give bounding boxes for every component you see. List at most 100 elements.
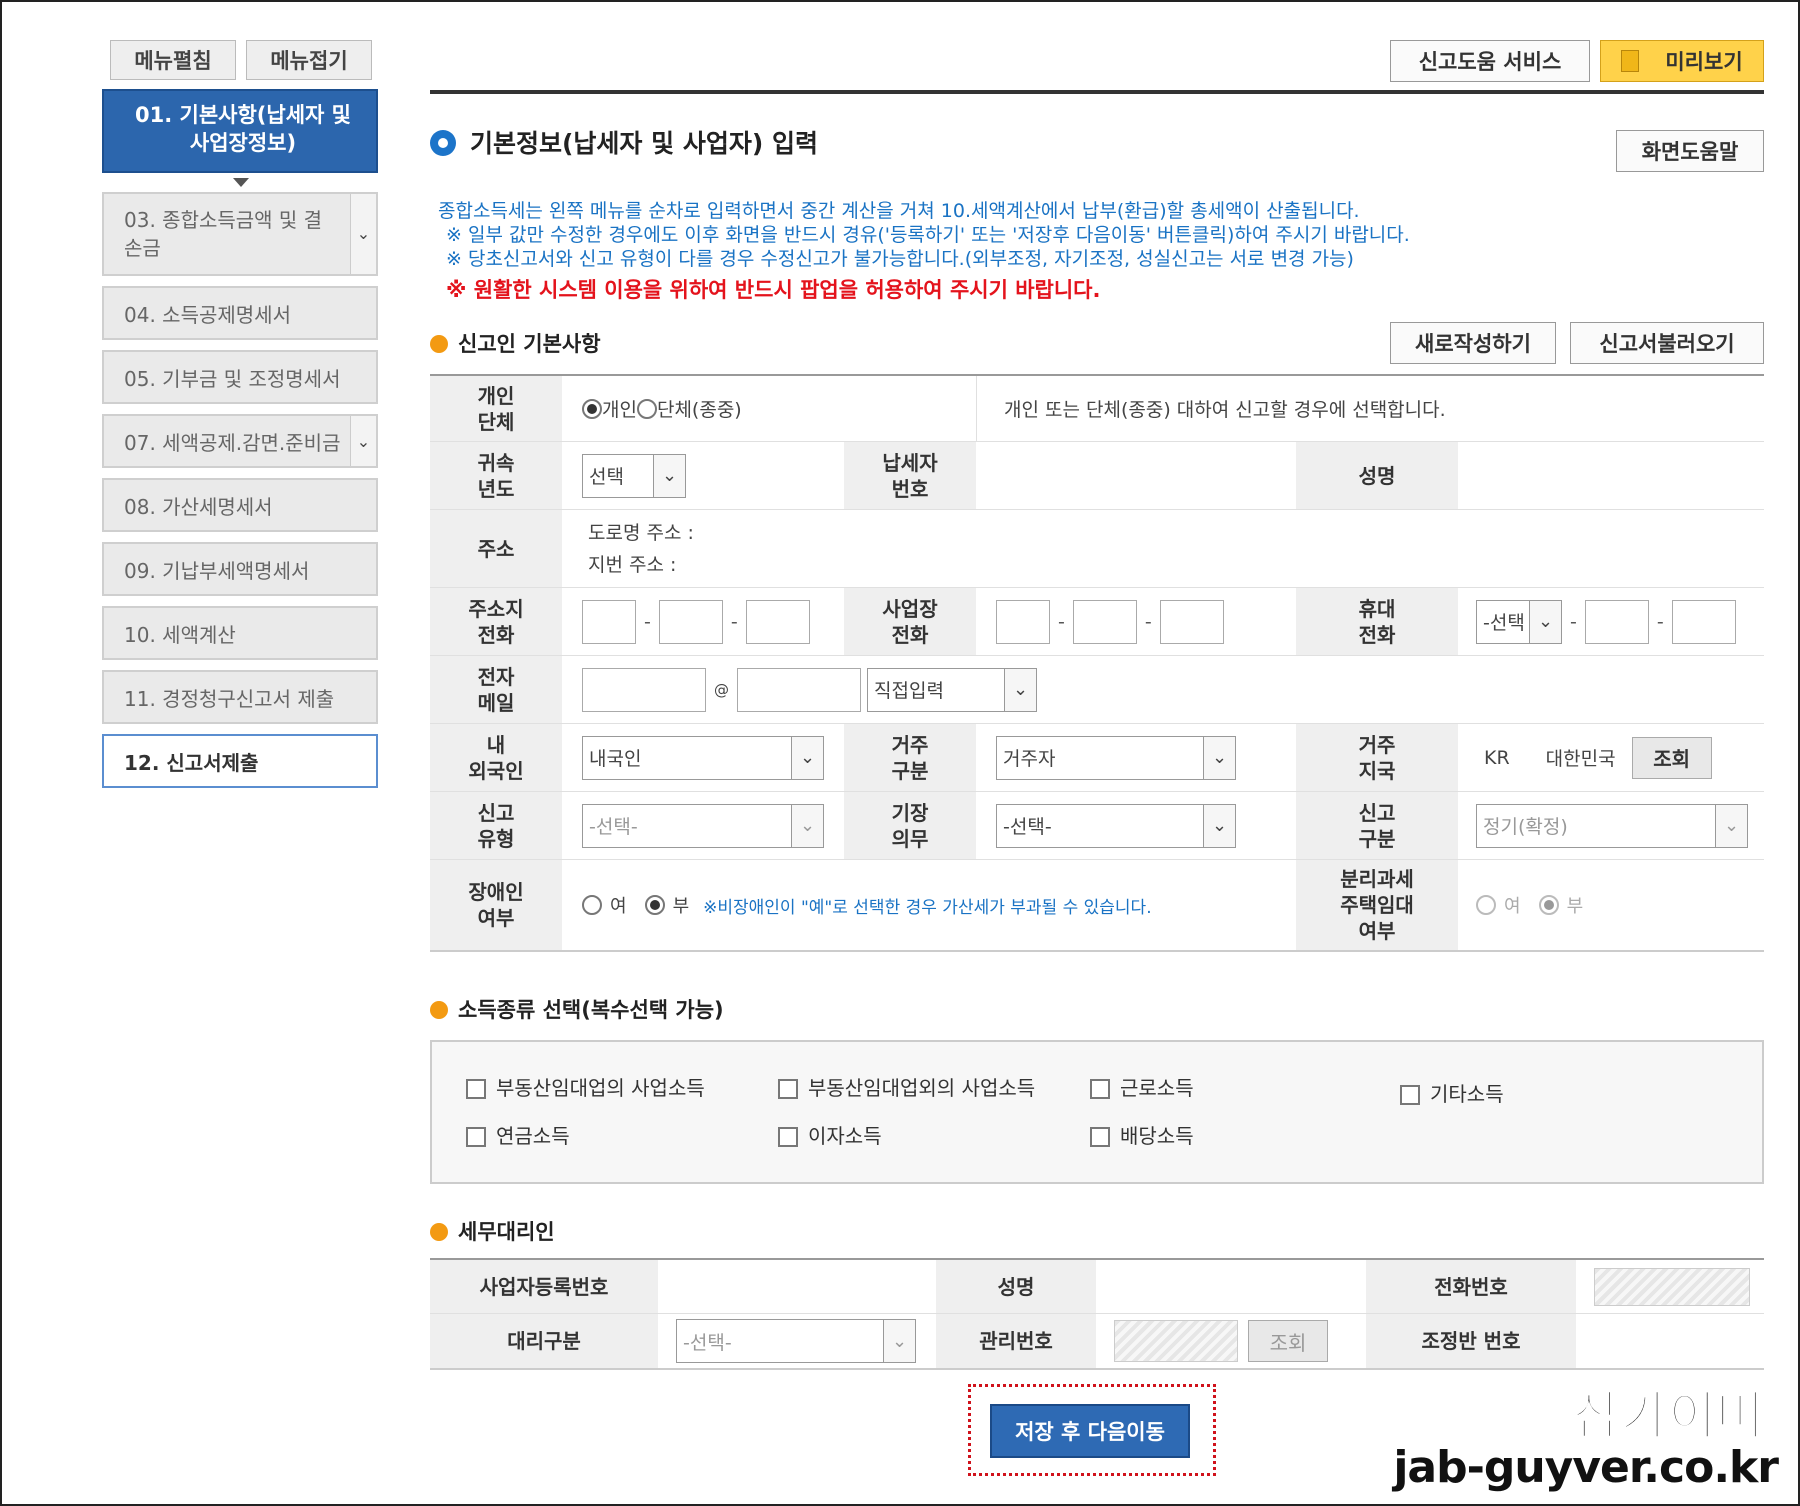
checkbox[interactable]	[1400, 1085, 1420, 1105]
watermark-url: jab-guyver.co.kr	[1393, 1442, 1779, 1493]
radio-individual[interactable]	[582, 398, 602, 419]
load-report-button[interactable]: 신고서불러오기	[1570, 322, 1764, 364]
income-option-label: 연금소득	[496, 1124, 570, 1148]
checkbox[interactable]	[466, 1127, 486, 1147]
sidebar-item-label: 07. 세액공제.감면.준비금	[124, 430, 341, 455]
section-bullet-icon	[430, 335, 448, 353]
mobile-3[interactable]	[1671, 599, 1736, 644]
biz-phone-1[interactable]	[996, 599, 1050, 644]
label-biz-phone: 사업장 전화	[844, 588, 976, 655]
new-report-button[interactable]: 새로작성하기	[1390, 322, 1556, 364]
header-rule	[430, 90, 1764, 94]
income-option[interactable]: 부동산임대업의 사업소득	[466, 1072, 705, 1101]
biz-phone-2[interactable]	[1072, 599, 1137, 644]
label-taxpayer-no: 납세자 번호	[844, 442, 976, 509]
label-agent-biz-no: 사업자등록번호	[430, 1260, 658, 1313]
label-country: 거주 지국	[1296, 724, 1458, 791]
sidebar-item-income[interactable]: 03. 종합소득금액 및 결손금 ⌄	[102, 192, 378, 276]
income-option[interactable]: 기타소득	[1400, 1078, 1504, 1107]
section-title-income: 소득종류 선택(복수선택 가능)	[430, 994, 724, 1024]
mgmt-lookup-button[interactable]: 조회	[1248, 1320, 1328, 1362]
checkbox[interactable]	[1090, 1079, 1110, 1099]
income-option-label: 부동산임대업의 사업소득	[496, 1076, 705, 1100]
screen-help-button[interactable]: 화면도움말	[1616, 130, 1764, 172]
email-domain-input[interactable]	[737, 667, 861, 712]
preview-label: 미리보기	[1665, 50, 1743, 74]
label-person-type: 개인 단체	[430, 376, 562, 441]
person-type-description: 개인 또는 단체(종중) 대하여 신고할 경우에 선택합니다.	[1004, 399, 1446, 421]
checkbox[interactable]	[466, 1079, 486, 1099]
save-next-button[interactable]: 저장 후 다음이동	[990, 1404, 1190, 1458]
report-type-value: -선택-	[589, 816, 638, 838]
info-line: 종합소득세는 왼쪽 메뉴를 순차로 입력하면서 중간 계산을 거쳐 10.세액계…	[438, 200, 1360, 222]
home-phone-2[interactable]	[658, 599, 723, 644]
year-select[interactable]: 선택 ⌄	[582, 453, 686, 498]
income-option[interactable]: 부동산임대업외의 사업소득	[778, 1072, 1035, 1101]
bookkeeping-select[interactable]: -선택- ⌄	[996, 803, 1236, 848]
row-agent-2: 대리구분 -선택- ⌄ 관리번호 조회 조정반 번호	[430, 1314, 1764, 1370]
email-at: @	[714, 680, 729, 699]
income-option-label: 근로소득	[1120, 1076, 1194, 1100]
sidebar-item-deduction[interactable]: 04. 소득공제명세서	[102, 286, 378, 340]
radio-disabled-no[interactable]	[644, 895, 665, 915]
label-home-phone: 주소지 전화	[430, 588, 562, 655]
sidebar-item-label: 11. 경정청구신고서 제출	[124, 686, 335, 711]
row-year: 귀속 년도 선택 ⌄ 납세자 번호 성명	[430, 442, 1764, 510]
agent-type-select[interactable]: -선택- ⌄	[676, 1319, 916, 1363]
income-option[interactable]: 연금소득	[466, 1120, 570, 1149]
chevron-down-icon: ⌄	[1715, 804, 1747, 847]
mobile-2[interactable]	[1584, 599, 1649, 644]
income-option[interactable]: 근로소득	[1090, 1072, 1194, 1101]
sidebar-item-prepaid[interactable]: 09. 기납부세액명세서	[102, 542, 378, 596]
report-div-select[interactable]: 정기(확정) ⌄	[1476, 803, 1748, 848]
help-service-button[interactable]: 신고도움 서비스	[1390, 40, 1590, 82]
sidebar-item-label: 12. 신고서제출	[124, 750, 259, 775]
sidebar-item-tax-credit[interactable]: 07. 세액공제.감면.준비금 ⌄	[102, 414, 378, 468]
chevron-down-icon[interactable]: ⌄	[350, 194, 376, 274]
radio-separate-no[interactable]	[1538, 895, 1559, 915]
sidebar-item-correction[interactable]: 11. 경정청구신고서 제출	[102, 670, 378, 724]
income-option[interactable]: 이자소득	[778, 1120, 882, 1149]
home-phone-3[interactable]	[745, 599, 810, 644]
email-domain-select[interactable]: 직접입력 ⌄	[867, 667, 1037, 712]
sidebar-item-penalty[interactable]: 08. 가산세명세서	[102, 478, 378, 532]
report-type-select[interactable]: -선택- ⌄	[582, 803, 824, 848]
income-option[interactable]: 배당소득	[1090, 1120, 1194, 1149]
radio-separate-yes[interactable]	[1476, 895, 1496, 915]
email-domain-value: 직접입력	[874, 680, 944, 702]
label-agent-type: 대리구분	[430, 1314, 658, 1368]
chevron-down-icon[interactable]: ⌄	[350, 416, 376, 466]
income-box	[430, 1040, 1764, 1184]
home-phone-1[interactable]	[582, 599, 636, 644]
country-lookup-button[interactable]: 조회	[1631, 736, 1712, 779]
email-id-input[interactable]	[582, 667, 706, 712]
checkbox[interactable]	[778, 1127, 798, 1147]
agent-type-value: -선택-	[683, 1331, 732, 1354]
country-code: KR	[1484, 746, 1510, 769]
checkbox[interactable]	[778, 1079, 798, 1099]
sidebar-item-label: 08. 가산세명세서	[124, 494, 273, 519]
chevron-down-icon: ⌄	[1203, 804, 1235, 847]
label-email: 전자 메일	[430, 656, 562, 723]
row-disabled: 장애인 여부 여 부 ※비장애인이 "예"로 선택한 경우 가산세가 부과될 수…	[430, 860, 1764, 952]
mobile-prefix-select[interactable]: -선택 ⌄	[1476, 599, 1562, 644]
sidebar-item-label: 09. 기납부세액명세서	[124, 558, 310, 583]
menu-expand-button[interactable]: 메뉴펼침	[110, 40, 236, 80]
row-address: 주소 도로명 주소 : 지번 주소 :	[430, 510, 1764, 588]
checkbox[interactable]	[1090, 1127, 1110, 1147]
radio-disabled-yes[interactable]	[582, 895, 602, 915]
residence-select[interactable]: 거주자 ⌄	[996, 735, 1236, 780]
menu-collapse-button[interactable]: 메뉴접기	[246, 40, 372, 80]
sidebar-item-donation[interactable]: 05. 기부금 및 조정명세서	[102, 350, 378, 404]
section-label: 신고인 기본사항	[458, 332, 601, 356]
foreigner-select[interactable]: 내국인 ⌄	[582, 735, 824, 780]
info-line: ※ 일부 값만 수정한 경우에도 이후 화면을 반드시 경유('등록하기' 또는…	[446, 224, 1410, 246]
section-bullet-icon	[430, 1001, 448, 1019]
row-email: 전자 메일 @ 직접입력 ⌄	[430, 656, 1764, 724]
biz-phone-3[interactable]	[1159, 599, 1224, 644]
sidebar-item-basic-info[interactable]: 01. 기본사항(납세자 및 사업장정보)	[102, 89, 378, 173]
sidebar-item-submit[interactable]: 12. 신고서제출	[102, 734, 378, 788]
sidebar-item-tax-calc[interactable]: 10. 세액계산	[102, 606, 378, 660]
preview-button[interactable]: 미리보기	[1600, 40, 1764, 82]
radio-group[interactable]	[636, 398, 657, 419]
